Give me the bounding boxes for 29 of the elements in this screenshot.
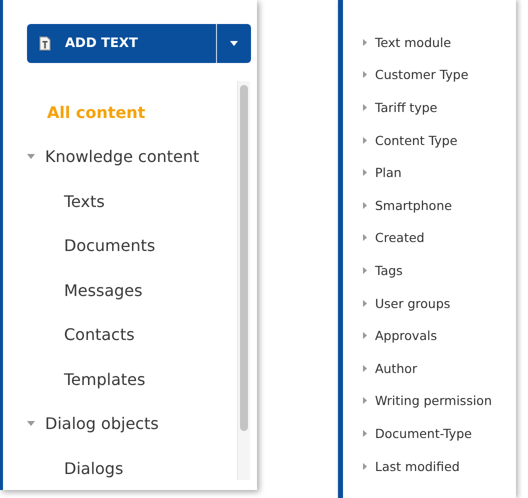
filter-item[interactable]: Smartphone bbox=[343, 188, 516, 222]
filter-item[interactable]: Author bbox=[343, 352, 516, 385]
filter-item[interactable]: Last modified bbox=[343, 450, 516, 482]
filter-item[interactable]: Plan bbox=[343, 156, 516, 189]
tree-item[interactable]: Dialogs bbox=[3, 446, 237, 490]
tree-item[interactable]: Contacts bbox=[3, 312, 237, 357]
caret-icon bbox=[27, 421, 35, 426]
tree-item[interactable]: Templates bbox=[3, 357, 237, 402]
scrollbar[interactable] bbox=[237, 81, 250, 480]
filter-item[interactable]: Tariff type bbox=[343, 91, 516, 124]
filter-item[interactable]: Approvals bbox=[343, 319, 516, 352]
dropdown-button[interactable] bbox=[216, 24, 251, 63]
filter-item[interactable]: Created bbox=[343, 222, 516, 254]
tree-item[interactable]: Documents bbox=[3, 224, 237, 268]
caret-icon bbox=[230, 41, 238, 46]
document-icon bbox=[39, 36, 51, 51]
tree-item[interactable]: Knowledge content bbox=[3, 134, 237, 179]
filter-item[interactable]: Tags bbox=[343, 254, 516, 287]
filter-item[interactable]: Content Type bbox=[343, 124, 516, 156]
tree-item[interactable]: Dialog objects bbox=[3, 402, 237, 446]
filter-item[interactable]: Document-Type bbox=[343, 417, 516, 450]
add-text-button[interactable]: ADD TEXT bbox=[27, 24, 216, 63]
filter-item[interactable]: User groups bbox=[343, 286, 516, 320]
caret-icon bbox=[27, 154, 35, 160]
filter-item[interactable]: Customer Type bbox=[343, 58, 516, 92]
filter-item[interactable]: Writing permission bbox=[343, 384, 516, 418]
tree-item[interactable]: Texts bbox=[3, 179, 237, 224]
filter-item[interactable]: Text module bbox=[343, 26, 516, 59]
tree-item[interactable]: Messages bbox=[3, 268, 237, 312]
